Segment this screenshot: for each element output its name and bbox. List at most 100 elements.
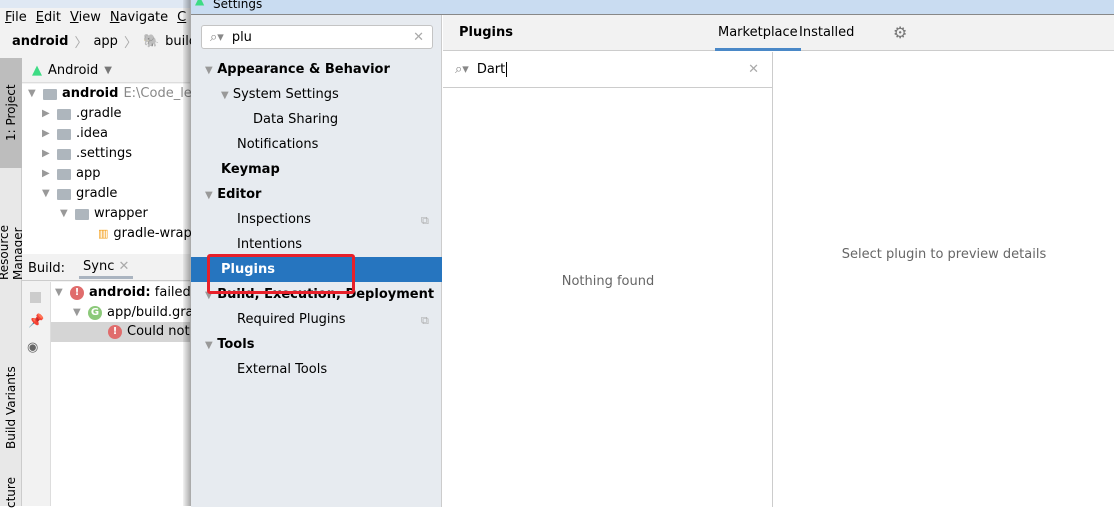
build-label: Build: — [28, 260, 66, 276]
tree-editor[interactable]: ▼ Editor — [205, 182, 261, 207]
expand-icon[interactable]: ▼ — [205, 340, 213, 351]
tab-build-variants[interactable]: Build Variants — [0, 358, 22, 458]
folder-icon — [43, 88, 57, 100]
settings-search-value: plu — [231, 29, 252, 45]
tree-label: wrapper — [94, 206, 148, 221]
tree-label: .idea — [76, 126, 108, 141]
menu-view[interactable]: View — [70, 8, 101, 28]
collapse-icon[interactable]: ▶ — [42, 144, 52, 164]
tree-item[interactable]: ▥ gradle-wrap — [98, 224, 192, 244]
tree-notifications[interactable]: Notifications — [237, 132, 318, 157]
collapse-icon[interactable]: ▶ — [42, 104, 52, 124]
clear-icon[interactable]: ✕ — [413, 30, 424, 45]
expand-icon[interactable]: ▼ — [42, 184, 52, 204]
tree-system-settings[interactable]: ▼ System Settings — [221, 82, 339, 107]
tree-label: gradle — [76, 186, 118, 201]
tab-sync[interactable]: Sync ✕ — [79, 257, 134, 279]
tree-inspections[interactable]: Inspections — [237, 207, 311, 232]
tree-item[interactable]: ▶ .gradle — [42, 104, 122, 124]
tree-label: android — [62, 86, 119, 101]
expand-icon[interactable]: ▼ — [73, 303, 83, 323]
tree-item[interactable]: ▶ app — [42, 164, 100, 184]
dialog-title-bar[interactable]: ▲ Settings — [191, 0, 1114, 14]
collapse-icon[interactable]: ▶ — [42, 164, 52, 184]
breadcrumb: android〉 app〉 🐘build.gra — [0, 30, 223, 52]
tree-item[interactable]: ▼ android E:\Code_lea — [28, 84, 200, 104]
expand-icon[interactable]: ▼ — [221, 90, 229, 101]
menu-edit[interactable]: Edit — [36, 8, 61, 28]
error-icon: ! — [70, 286, 84, 300]
tree-item[interactable]: ▼ gradle — [42, 184, 117, 204]
tab-resource-manager[interactable]: Resource Manager — [0, 170, 25, 280]
tab-installed[interactable]: Installed — [799, 15, 854, 51]
tree-item[interactable]: ▶ .settings — [42, 144, 132, 164]
expand-icon[interactable]: ▼ — [28, 84, 38, 104]
clear-icon[interactable]: ✕ — [748, 62, 759, 77]
tree-item[interactable]: ▼ wrapper — [60, 204, 148, 224]
project-level-icon: ⧉ — [421, 214, 429, 227]
plugin-list: ⌕▾ Dart ✕ Nothing found — [443, 52, 773, 507]
expand-icon[interactable]: ▼ — [205, 65, 213, 76]
plugins-title: Plugins — [459, 25, 513, 40]
tree-data-sharing[interactable]: Data Sharing — [253, 107, 338, 132]
build-toolbar: Build: Sync ✕ — [22, 256, 190, 281]
build-row[interactable]: ▼! android: failed a — [55, 283, 203, 303]
search-icon: ⌕▾ — [210, 29, 224, 45]
plugin-search-value: Dart — [476, 62, 508, 77]
project-view-selector[interactable]: ▲ Android ▼ — [22, 58, 190, 83]
tab-project-label: 1: Project — [4, 84, 18, 142]
tab-structure-label: cture — [4, 477, 18, 508]
folder-icon — [57, 168, 71, 180]
tab-project[interactable]: 1: Project — [0, 58, 22, 168]
expand-icon[interactable]: ▼ — [55, 283, 65, 303]
tab-build-variants-label: Build Variants — [4, 366, 18, 450]
tab-structure[interactable]: cture — [0, 478, 22, 508]
tab-marketplace[interactable]: Marketplace — [715, 15, 801, 51]
ide-window: File Edit View Navigate C android 〉 app 〉 … — [0, 0, 223, 508]
properties-file-icon: ▥ — [98, 227, 109, 240]
gradle-file-icon: G — [88, 306, 102, 320]
tree-appearance-behavior[interactable]: ▼ Appearance & Behavior — [205, 57, 390, 82]
build-output-tree: ▼! android: failed a ▼ Gapp/build.gra ! Cou… — [51, 282, 203, 506]
folder-icon — [75, 208, 89, 220]
android-icon: ▲ — [32, 62, 42, 78]
tree-keymap[interactable]: Keymap — [221, 157, 280, 182]
tree-tools[interactable]: ▼ Tools — [205, 332, 254, 357]
tree-label: app — [76, 166, 101, 181]
project-level-icon: ⧉ — [421, 314, 429, 327]
highlight-box — [207, 254, 355, 294]
chevron-down-icon: ▼ — [104, 64, 112, 76]
menu-navigate[interactable]: Navigate — [110, 8, 168, 28]
android-icon: ▲ — [195, 0, 205, 7]
tree-item[interactable]: ▶ .idea — [42, 124, 108, 144]
pin-icon[interactable]: 📌 — [28, 314, 44, 329]
tree-label: gradle-wrap — [113, 226, 192, 241]
tree-required-plugins[interactable]: Required Plugins — [237, 307, 346, 332]
settings-search-input[interactable]: ⌕▾ plu ✕ — [201, 25, 433, 49]
close-icon[interactable]: ✕ — [119, 259, 130, 274]
expand-icon[interactable]: ▼ — [60, 204, 70, 224]
chevron-right-icon: 〉 — [74, 35, 88, 51]
menu-file[interactable]: File — [5, 8, 27, 28]
breadcrumb-android[interactable]: android — [12, 34, 68, 49]
plugin-search-input[interactable]: ⌕▾ Dart ✕ — [443, 52, 773, 88]
expand-icon[interactable]: ▼ — [205, 190, 213, 201]
plugins-header: Plugins Marketplace Installed ⚙ — [443, 15, 1114, 51]
tree-label: Appearance & Behavior — [217, 62, 390, 77]
collapse-icon[interactable]: ▶ — [42, 124, 52, 144]
tree-external-tools[interactable]: External Tools — [237, 357, 327, 382]
breadcrumb-app[interactable]: app — [93, 34, 117, 49]
build-row-project: android: — [89, 285, 151, 300]
chevron-right-icon: 〉 — [123, 35, 137, 51]
tool-window-stripe: 1: Project Resource Manager Build Varian… — [0, 58, 25, 508]
eye-icon[interactable]: ◉ — [27, 340, 38, 355]
stop-icon[interactable] — [30, 292, 41, 303]
settings-dialog: ⌕▾ plu ✕ ▼ Appearance & Behavior ▼ Syste… — [191, 14, 1114, 507]
gear-icon[interactable]: ⚙ — [893, 23, 907, 42]
build-row[interactable]: ▼ Gapp/build.gra — [73, 303, 194, 323]
build-row-selected[interactable]: ! Could not — [51, 322, 190, 342]
folder-icon — [57, 128, 71, 140]
tree-label: .gradle — [76, 106, 122, 121]
tree-label: Tools — [217, 337, 255, 352]
build-actions: 📌 ◉ — [22, 282, 51, 506]
